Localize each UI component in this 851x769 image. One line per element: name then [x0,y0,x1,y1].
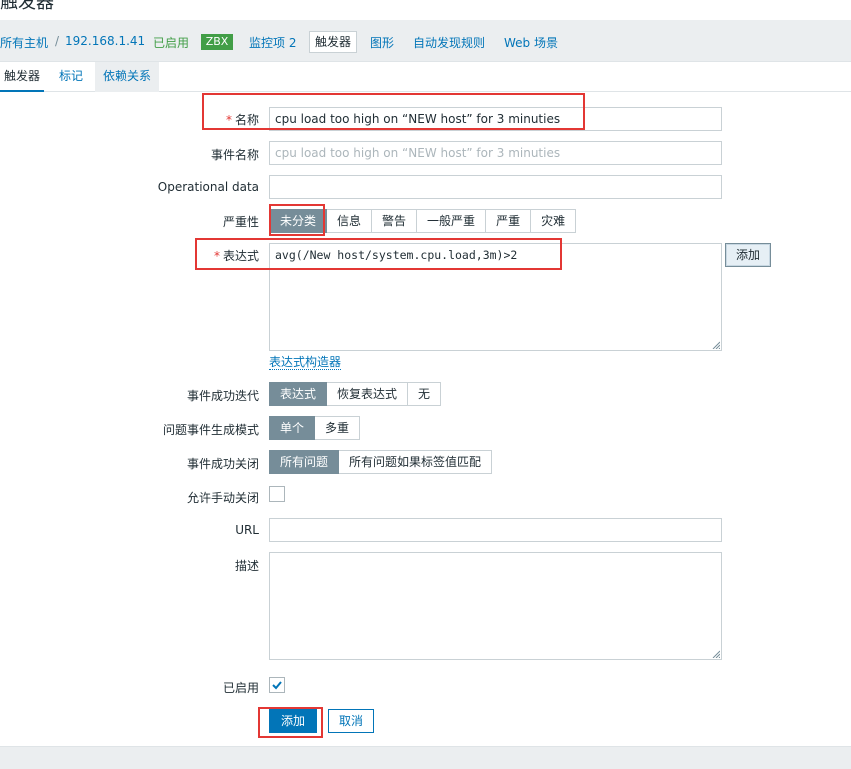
ok-event-generation-selector: 表达式 恢复表达式 无 [269,382,442,406]
severity-average[interactable]: 一般严重 [417,209,487,233]
problem-mode-multiple[interactable]: 多重 [315,416,361,440]
problem-mode-label: 问题事件生成模式 [162,423,259,437]
ok-close-all-problems[interactable]: 所有问题 [269,450,340,474]
problem-mode-single[interactable]: 单个 [269,416,316,440]
enabled-checkbox[interactable] [269,677,285,693]
zbx-availability-badge: ZBX [201,34,233,50]
breadcrumb-separator: / [55,34,60,48]
tab-tags[interactable]: 标记 [55,62,87,92]
description-label: 描述 [234,559,259,573]
expression-text: avg(/New host/system.cpu.load,3m)>2 [275,248,518,262]
event-name-label: 事件名称 [210,148,259,162]
name-label: * 名称 [225,113,259,127]
host-nav-graphs[interactable]: 图形 [370,34,394,51]
breadcrumb-host[interactable]: 192.168.1.41 [65,34,145,48]
form-tab-bar: 触发器 标记 依赖关系 [0,62,851,92]
page-title-strip: 触发器 [0,0,851,20]
severity-selector: 未分类 信息 警告 一般严重 严重 灾难 [269,209,577,233]
footer-bar [0,746,851,769]
problem-mode-selector: 单个 多重 [269,416,361,440]
operational-data-input[interactable] [269,175,722,199]
severity-high[interactable]: 严重 [486,209,532,233]
severity-label: 严重性 [222,215,259,229]
breadcrumb-all-hosts[interactable]: 所有主机 [0,34,48,51]
manual-close-checkbox[interactable] [269,486,285,502]
checkmark-icon [272,681,282,690]
severity-not-classified[interactable]: 未分类 [269,209,328,233]
host-nav-web[interactable]: Web 场景 [504,34,558,51]
ok-event-closes-label: 事件成功关闭 [186,457,259,471]
url-label: URL [235,523,259,537]
ok-event-generation-label: 事件成功迭代 [186,389,259,403]
ok-event-none[interactable]: 无 [408,382,442,406]
name-input[interactable]: cpu load too high on “NEW host” for 3 mi… [269,107,722,131]
event-name-input[interactable]: cpu load too high on “NEW host” for 3 mi… [269,141,722,165]
resize-grip-icon[interactable] [712,650,720,658]
operational-data-label: Operational data [157,180,259,194]
url-input[interactable] [269,518,722,542]
cancel-button[interactable]: 取消 [328,709,375,733]
host-status-enabled[interactable]: 已启用 [153,34,189,51]
enabled-label: 已启用 [222,681,259,695]
severity-disaster[interactable]: 灾难 [531,209,577,233]
add-button[interactable]: 添加 [269,709,318,733]
ok-event-closes-selector: 所有问题 所有问题如果标签值匹配 [269,450,493,474]
expression-add-button[interactable]: 添加 [725,243,772,267]
ok-event-recovery-expression[interactable]: 恢复表达式 [327,382,409,406]
description-textarea[interactable] [269,552,722,660]
ok-event-expression[interactable]: 表达式 [269,382,328,406]
host-nav-discovery[interactable]: 自动发现规则 [413,34,485,51]
severity-warning[interactable]: 警告 [372,209,418,233]
expression-builder-link[interactable]: 表达式构造器 [269,355,342,370]
ok-close-tag-match[interactable]: 所有问题如果标签值匹配 [339,450,493,474]
page-title: 触发器 [0,0,54,13]
tab-dependencies[interactable]: 依赖关系 [95,62,160,92]
expression-label: * 表达式 [213,249,259,263]
resize-grip-icon[interactable] [712,341,720,349]
manual-close-label: 允许手动关闭 [186,491,259,505]
tab-trigger[interactable]: 触发器 [0,62,45,92]
host-nav-triggers[interactable]: 触发器 [309,31,358,53]
host-nav-items[interactable]: 监控项 2 [249,34,296,51]
expression-textarea[interactable]: avg(/New host/system.cpu.load,3m)>2 [269,243,722,351]
severity-information[interactable]: 信息 [327,209,373,233]
